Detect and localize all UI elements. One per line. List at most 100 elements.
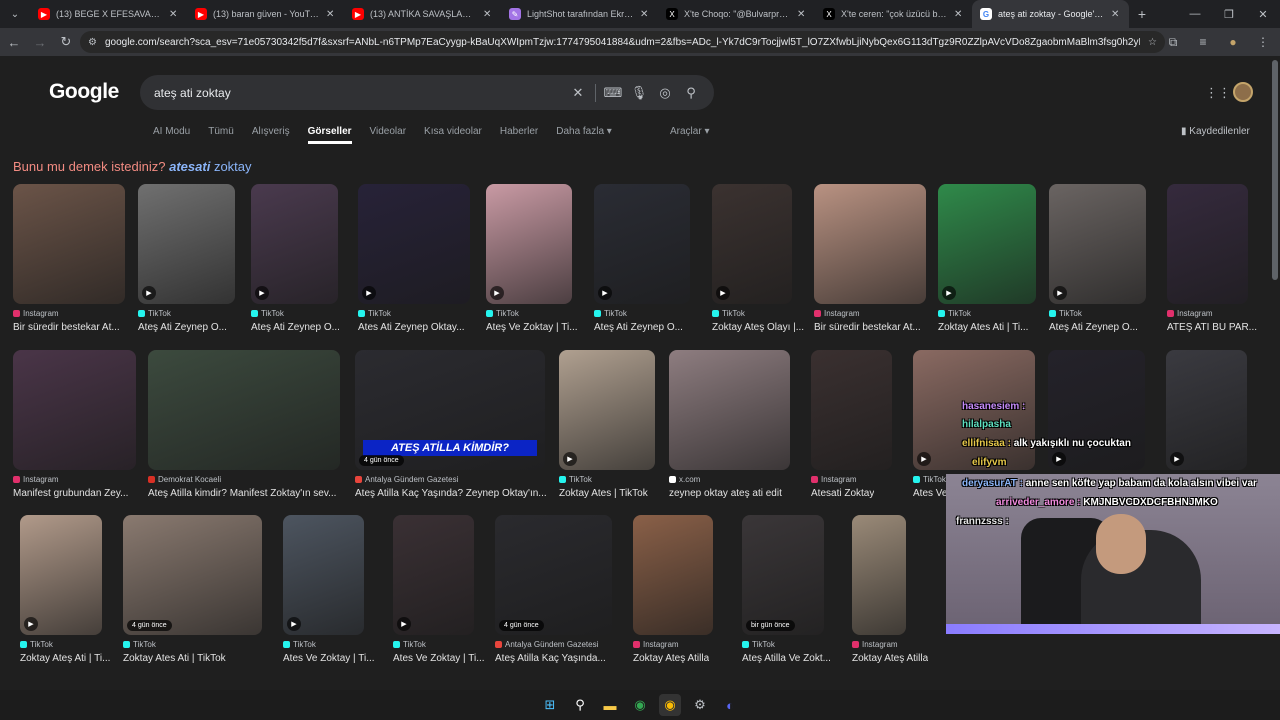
image-thumbnail[interactable]: ATEŞ ATİLLA KİMDİR? 4 gün önce [355,350,545,470]
image-thumbnail[interactable] [148,350,340,470]
image-thumbnail[interactable] [669,350,790,470]
tab-3[interactable]: ✎LightShot tarafından Ekran Gör✕ [501,0,658,28]
saved-button[interactable]: ▮ Kaydedilenler [1181,126,1250,137]
image-thumbnail[interactable]: ▶ [1048,350,1145,470]
media-icon[interactable]: ≡ [1192,30,1214,54]
tab-5[interactable]: XX'te ceren: "çok üzücü bi durum✕ [815,0,972,28]
close-icon[interactable]: ✕ [1111,9,1121,20]
tab-1[interactable]: ▶ (13) baran güven - YouTube ✕ [187,0,344,28]
image-source[interactable]: TikTok [559,475,592,484]
reload-icon[interactable]: ↻ [54,30,78,54]
image-thumbnail[interactable]: ▶ [486,184,572,304]
file-explorer-icon[interactable]: ▬ [599,694,621,716]
image-thumbnail[interactable]: ▶ [1049,184,1146,304]
keyboard-icon[interactable]: ⌨ [600,85,626,101]
image-caption[interactable]: Ateş Atilla kimdir? Manifest Zoktay'ın s… [148,488,336,499]
minimize-icon[interactable]: — [1178,0,1212,28]
chrome-active-icon[interactable]: ◉ [659,694,681,716]
close-icon[interactable]: ✕ [483,9,493,20]
image-source[interactable]: Instagram [13,475,59,484]
search-box[interactable]: ateş ati zoktay ✕ ⌨ 🎙 ◎ ⚲ [140,75,714,110]
image-thumbnail[interactable] [633,515,713,635]
image-caption[interactable]: Ates Ati Zeynep Oktay... [358,322,465,333]
image-thumbnail[interactable]: ▶ [358,184,470,304]
close-icon[interactable]: ✕ [797,9,807,20]
image-caption[interactable]: Ateş Atilla Kaç Yaşında? Zeynep Oktay'ın… [355,488,547,499]
image-source[interactable]: Instagram [814,309,860,318]
image-thumbnail[interactable] [1167,184,1248,304]
image-source[interactable]: TikTok [913,475,946,484]
close-icon[interactable]: ✕ [169,9,179,20]
image-source[interactable]: TikTok [486,309,519,318]
tab-6[interactable]: Gateş ati zoktay - Google'da Ara✕ [972,0,1129,28]
close-icon[interactable]: ✕ [640,9,650,20]
image-source[interactable]: Instagram [1167,309,1213,318]
windows-start-icon[interactable]: ⊞ [539,694,561,716]
image-source[interactable]: TikTok [938,309,971,318]
profile-icon[interactable]: ● [1222,30,1244,54]
image-source[interactable]: Instagram [852,640,898,649]
tab-shopping[interactable]: Alışveriş [252,126,290,144]
image-thumbnail[interactable]: ▶ [559,350,655,470]
image-caption[interactable]: Ateş Ati Zeynep O... [251,322,340,333]
image-caption[interactable]: Zoktay Ateş Olayı |... [712,322,804,333]
tab-videos[interactable]: Videolar [370,126,407,144]
tab-4[interactable]: XX'te Choqo: "@Bulvarpress ai d✕ [658,0,815,28]
image-source[interactable]: Instagram [13,309,59,318]
image-source[interactable]: Instagram [811,475,857,484]
image-thumbnail[interactable]: ▶ [393,515,474,635]
image-thumbnail[interactable]: ▶ [251,184,338,304]
google-logo[interactable]: Google [49,80,119,104]
image-source[interactable]: Demokrat Kocaeli [148,475,221,484]
image-source[interactable]: TikTok [1049,309,1082,318]
tab-search-icon[interactable]: ⌄ [0,0,30,28]
image-caption[interactable]: Zoktay Ates Ati | Ti... [938,322,1028,333]
menu-icon[interactable]: ⋮ [1252,30,1274,54]
suggestion-link-rest[interactable]: zoktay [214,159,252,174]
image-caption[interactable]: Bir süredir bestekar At... [814,322,921,333]
image-source[interactable]: TikTok [251,309,284,318]
image-caption[interactable]: zeynep oktay ateş ati edit [669,488,782,499]
settings-icon[interactable]: ⚙ [689,694,711,716]
image-thumbnail[interactable]: ▶ [938,184,1036,304]
image-thumbnail[interactable] [814,184,926,304]
mic-icon[interactable]: 🎙 [626,85,652,101]
image-caption[interactable]: Zoktay Ateş Atilla [852,653,928,664]
image-caption[interactable]: Ateş Atilla Kaç Yaşında... [495,653,606,664]
image-source[interactable]: TikTok [20,640,53,649]
tab-all[interactable]: Tümü [208,126,234,144]
bookmark-star-icon[interactable]: ☆ [1148,37,1157,48]
image-caption[interactable]: Ates Ve Zoktay | Ti... [283,653,375,664]
image-thumbnail[interactable]: ▶ [283,515,364,635]
close-window-icon[interactable]: ✕ [1246,0,1280,28]
search-icon[interactable]: ⚲ [569,694,591,716]
image-source[interactable]: TikTok [138,309,171,318]
image-thumbnail[interactable] [13,350,136,470]
image-caption[interactable]: Zoktay Ateş Ati | Ti... [20,653,110,664]
image-caption[interactable]: Ateş Ati Zeynep O... [594,322,683,333]
image-source[interactable]: x.com [669,475,700,484]
image-caption[interactable]: Atesati Zoktay [811,488,874,499]
image-caption[interactable]: Ateş Ati Zeynep O... [138,322,227,333]
tab-0[interactable]: ▶(13) BEGE X EFESAVAGE -AKBIL✕ [30,0,187,28]
tab-news[interactable]: Haberler [500,126,538,144]
avatar[interactable] [1233,82,1253,102]
back-icon[interactable]: ← [2,30,26,54]
tab-2[interactable]: ▶(13) ANTİKA SAVAŞLARI ! Baran✕ [344,0,501,28]
lens-icon[interactable]: ◎ [652,85,678,101]
image-thumbnail[interactable]: bir gün önce [742,515,824,635]
image-caption[interactable]: Ateş Atilla Ve Zokt... [742,653,831,664]
image-thumbnail[interactable]: 4 gün önce [495,515,612,635]
tab-ai-mode[interactable]: AI Modu [153,126,190,144]
tab-more[interactable]: Daha fazla ▾ [556,126,612,144]
image-source[interactable]: TikTok [712,309,745,318]
image-caption[interactable]: Zoktay Ates | TikTok [559,488,648,499]
image-thumbnail[interactable] [811,350,892,470]
new-tab-button[interactable]: + [1129,6,1155,22]
image-caption[interactable]: Ateş Ve Zoktay | Ti... [486,322,578,333]
image-source[interactable]: Antalya Gündem Gazetesi [495,640,598,649]
image-thumbnail[interactable]: 4 gün önce [123,515,262,635]
address-bar[interactable]: ⚙ google.com/search?sca_esv=71e05730342f… [80,31,1165,53]
suggestion-link-bold[interactable]: atesati [169,159,210,174]
image-thumbnail[interactable]: ▶ [1166,350,1247,470]
